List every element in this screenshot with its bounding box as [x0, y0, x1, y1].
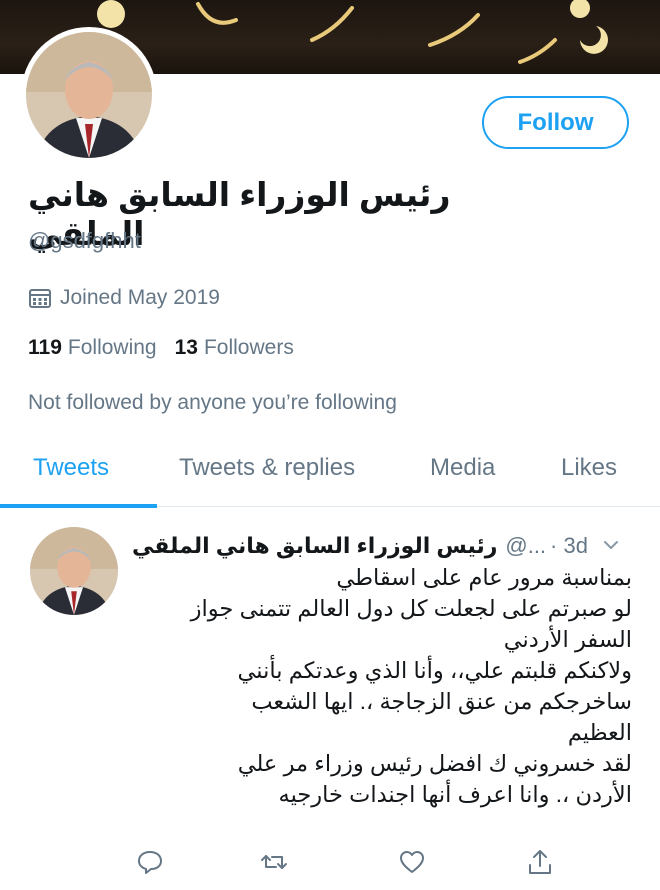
followers-count: 13	[174, 336, 198, 359]
chevron-down-icon[interactable]	[602, 534, 620, 552]
profile-avatar[interactable]	[21, 27, 157, 163]
profile-stats: 119 Following 13 Followers	[28, 336, 312, 360]
tweet-text: بمناسبة مرور عام على اسقاطي لو صبرتم على…	[170, 562, 632, 810]
tweet-item[interactable]: رئيس الوزراء السابق هاني الملقي @... · 3…	[0, 508, 660, 890]
following-stat[interactable]: 119 Following	[28, 336, 157, 360]
tweet-text-line: ولاكنكم قلبتم علي،، وأنا الذي وعدتكم بأن…	[237, 658, 632, 683]
not-followed-notice: Not followed by anyone you’re following	[28, 391, 397, 414]
tweet-actions	[132, 848, 562, 878]
following-label: Following	[67, 336, 157, 359]
follow-button[interactable]: Follow	[482, 96, 629, 149]
following-count: 119	[28, 336, 62, 359]
tab-tweets-and-replies[interactable]: Tweets & replies	[179, 454, 355, 482]
tab-tweets[interactable]: Tweets	[33, 454, 109, 482]
tab-likes[interactable]: Likes	[561, 454, 617, 482]
tweet-text-line: بمناسبة مرور عام على اسقاطي	[336, 565, 632, 590]
tweet-text-line: الأردن ،. وانا اعرف أنها اجندات خارجيه	[278, 782, 633, 807]
retweet-icon[interactable]	[260, 848, 288, 876]
tweet-author-handle[interactable]: @...	[505, 533, 546, 559]
reply-icon[interactable]	[136, 848, 164, 876]
tweet-text-line: ساخرجكم من عنق الزجاجة ،. ايها الشعب	[251, 689, 632, 714]
tweet-header: رئيس الوزراء السابق هاني الملقي @... · 3…	[132, 526, 642, 566]
calendar-icon	[28, 287, 52, 309]
tweet-avatar[interactable]	[30, 527, 118, 615]
share-icon[interactable]	[526, 848, 554, 876]
heart-icon[interactable]	[398, 848, 426, 876]
followers-label: Followers	[203, 336, 294, 359]
tweet-text-line: السفر الأردني	[503, 627, 632, 652]
tweet-author-name[interactable]: رئيس الوزراء السابق هاني الملقي	[132, 533, 497, 559]
profile-tabs: Tweets Tweets & replies Media Likes	[0, 430, 660, 508]
followers-stat[interactable]: 13 Followers	[175, 336, 294, 360]
joined-date-text: Joined May 2019	[60, 286, 220, 309]
tweet-timestamp[interactable]: · 3d	[550, 533, 588, 559]
tweet-text-line: لو صبرتم على لجعلت كل دول العالم تتمنى ج…	[190, 596, 632, 621]
tweet-text-line: العظيم	[567, 720, 632, 745]
tweet-text-line: لقد خسروني ك افضل رئيس وزراء مر علي	[237, 751, 632, 776]
joined-date-row: Joined May 2019	[28, 286, 220, 310]
tab-media[interactable]: Media	[430, 454, 495, 482]
profile-handle: @gsdfgfhht	[28, 228, 141, 253]
